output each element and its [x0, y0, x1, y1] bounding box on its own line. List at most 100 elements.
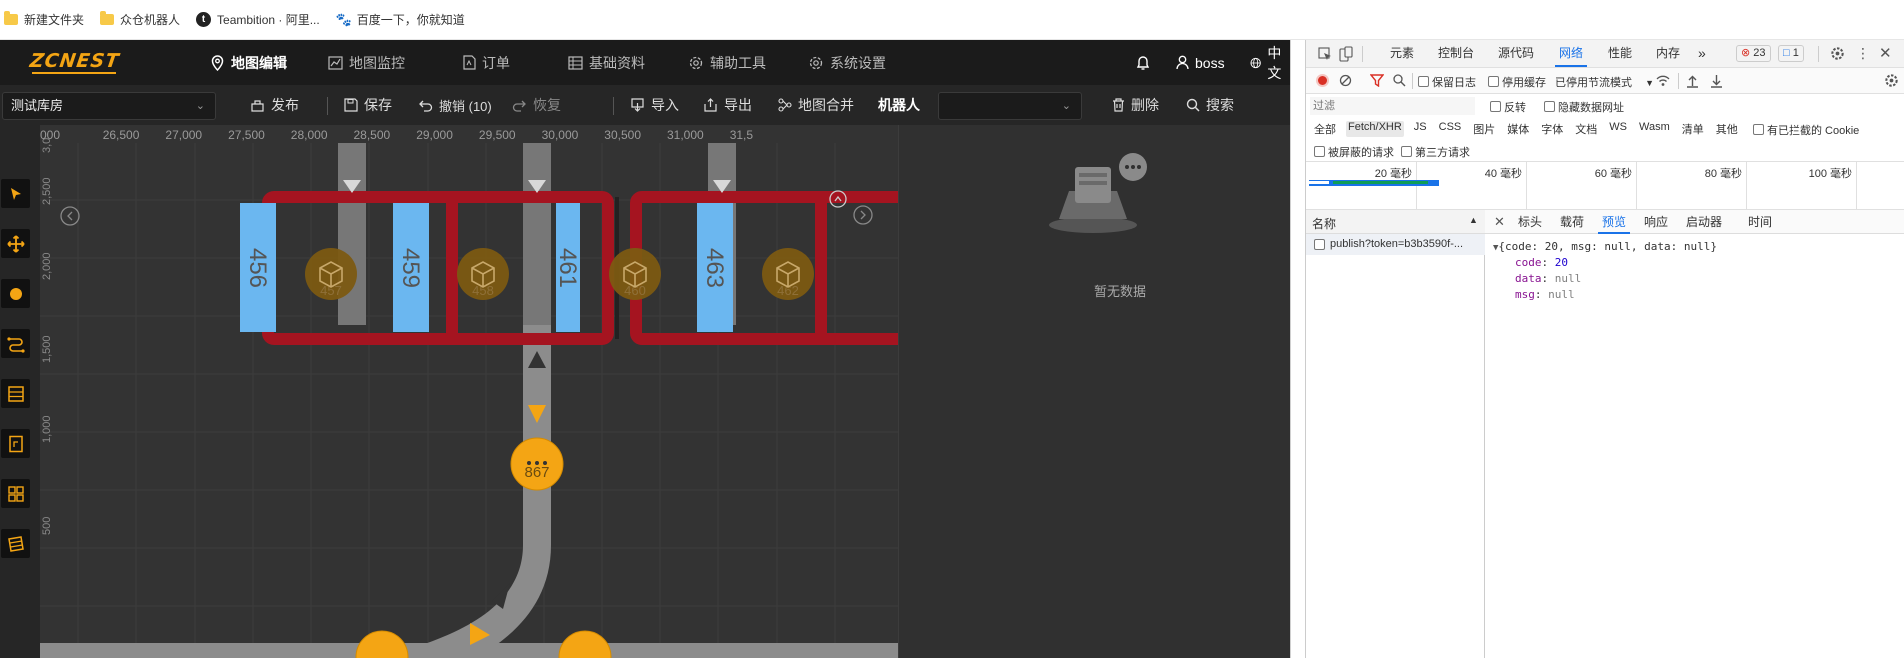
type-filter-10[interactable]: 清单: [1680, 121, 1706, 137]
tool-move[interactable]: [1, 229, 30, 258]
bookmark-baidu[interactable]: 🐾 百度一下，你就知道: [336, 11, 465, 28]
tab-network[interactable]: 网络: [1554, 40, 1588, 67]
detail-tab-5[interactable]: 时间: [1748, 210, 1772, 234]
node-867[interactable]: 867: [510, 437, 564, 491]
notifications-button[interactable]: [1136, 40, 1156, 85]
type-filter-7[interactable]: 文档: [1573, 121, 1599, 137]
export-button[interactable]: 导出: [703, 85, 752, 125]
tool-point[interactable]: [1, 279, 30, 308]
properties-panel: [898, 125, 1290, 658]
nav-aux-tools[interactable]: 辅助工具: [688, 40, 766, 85]
preserve-log-checkbox[interactable]: 保留日志: [1418, 74, 1476, 90]
detail-tab-0[interactable]: 标头: [1518, 210, 1542, 234]
type-filter-0[interactable]: 全部: [1312, 121, 1338, 137]
export-har-icon[interactable]: [1710, 74, 1723, 88]
nav-base-data[interactable]: 基础资料: [568, 40, 645, 85]
warehouse-select[interactable]: 测试库房 ⌄: [2, 92, 216, 120]
import-har-icon[interactable]: [1686, 74, 1699, 88]
save-button[interactable]: 保存: [344, 85, 392, 125]
nav-orders[interactable]: 订单: [463, 40, 510, 85]
blocked-cookies-checkbox[interactable]: 有已拦截的 Cookie: [1753, 122, 1859, 138]
tab-elements[interactable]: 元素: [1390, 40, 1414, 67]
hide-data-urls-checkbox[interactable]: 隐藏数据网址: [1544, 99, 1624, 115]
timeline-overview[interactable]: 20 毫秒 40 毫秒 60 毫秒 80 毫秒 100 毫秒: [1306, 162, 1904, 210]
tab-performance[interactable]: 性能: [1608, 40, 1632, 67]
type-filter-11[interactable]: 其他: [1714, 121, 1740, 137]
bookmark-teambition[interactable]: t Teambition · 阿里...: [196, 11, 320, 28]
redo-button[interactable]: 恢复: [512, 85, 561, 125]
close-detail-icon[interactable]: ✕: [1494, 214, 1505, 230]
tool-path[interactable]: [1, 329, 30, 358]
detail-tab-2[interactable]: 预览: [1597, 210, 1631, 234]
tab-console[interactable]: 控制台: [1438, 40, 1474, 67]
delete-button[interactable]: 删除: [1112, 85, 1159, 125]
errors-badge[interactable]: ⊗ 23: [1736, 45, 1771, 62]
network-conditions-icon[interactable]: [1655, 74, 1671, 87]
tool-select[interactable]: [1, 179, 30, 208]
map-canvas[interactable]: 456459461463 457458460462 867875873 0002: [40, 125, 898, 658]
bookmark-folder-robot[interactable]: 众仓机器人: [100, 11, 180, 28]
shelf-point-457[interactable]: 457: [305, 248, 357, 300]
detail-tab-3[interactable]: 响应: [1644, 210, 1668, 234]
network-settings-gear-icon[interactable]: [1884, 73, 1899, 88]
filter-icon[interactable]: [1370, 74, 1384, 87]
nav-map-edit[interactable]: 地图编辑: [210, 40, 287, 85]
request-list-header[interactable]: 名称 ▲: [1306, 210, 1485, 234]
tab-sources[interactable]: 源代码: [1498, 40, 1534, 67]
type-filter-8[interactable]: WS: [1607, 121, 1629, 137]
devtools-splitter[interactable]: [1290, 40, 1305, 658]
messages-badge[interactable]: □ 1: [1778, 45, 1804, 62]
filter-input[interactable]: [1310, 97, 1475, 115]
bookmark-folder-new[interactable]: 新建文件夹: [4, 11, 84, 28]
map-svg[interactable]: 456459461463 457458460462 867875873 0002: [40, 125, 898, 658]
type-filter-5[interactable]: 媒体: [1505, 121, 1531, 137]
detail-tab-1[interactable]: 载荷: [1560, 210, 1584, 234]
horizontal-path[interactable]: [40, 643, 898, 658]
device-toolbar-icon[interactable]: [1339, 46, 1353, 62]
user-menu[interactable]: boss: [1176, 40, 1225, 85]
preview-summary[interactable]: ▼{code: 20, msg: null, data: null}: [1493, 240, 1717, 253]
robot-select[interactable]: ⌄: [938, 92, 1082, 120]
nav-system-settings[interactable]: 系统设置: [808, 40, 886, 85]
more-options-icon[interactable]: ⋮: [1856, 40, 1870, 67]
detail-tab-4[interactable]: 启动器: [1686, 210, 1722, 234]
node-875[interactable]: 875: [355, 630, 409, 658]
request-row[interactable]: publish?token=b3b3590f-...: [1306, 234, 1485, 255]
tool-layer[interactable]: [1, 529, 30, 558]
prev-circle-icon[interactable]: [60, 206, 80, 226]
type-filter-9[interactable]: Wasm: [1637, 121, 1672, 137]
node-873[interactable]: 873: [558, 630, 612, 658]
type-filter-3[interactable]: CSS: [1437, 121, 1464, 137]
type-filter-4[interactable]: 图片: [1471, 121, 1497, 137]
settings-gear-icon[interactable]: [1830, 46, 1845, 61]
throttle-select[interactable]: 已停用节流模式 ▼: [1555, 74, 1654, 90]
tool-shelf[interactable]: [1, 379, 30, 408]
clear-icon[interactable]: [1339, 74, 1352, 87]
third-party-checkbox[interactable]: 第三方请求: [1401, 144, 1470, 160]
blocked-requests-checkbox[interactable]: 被屏蔽的请求: [1314, 144, 1394, 160]
nav-map-monitor[interactable]: 地图监控: [328, 40, 405, 85]
close-devtools-icon[interactable]: ✕: [1879, 40, 1892, 67]
search-icon[interactable]: [1393, 74, 1406, 87]
import-button[interactable]: 导入: [630, 85, 679, 125]
inspect-icon[interactable]: [1318, 47, 1332, 61]
tool-area[interactable]: [1, 479, 30, 508]
undo-button[interactable]: 撤销 (10): [418, 85, 492, 125]
type-filter-2[interactable]: JS: [1412, 121, 1429, 137]
publish-button[interactable]: 发布: [250, 85, 299, 125]
disable-cache-checkbox[interactable]: 停用缓存: [1488, 74, 1546, 90]
record-icon[interactable]: [1316, 74, 1329, 87]
tool-station[interactable]: [1, 429, 30, 458]
shelf-point-460[interactable]: 460: [609, 248, 661, 300]
invert-checkbox[interactable]: 反转: [1490, 99, 1526, 115]
type-filter-1[interactable]: Fetch/XHR: [1346, 121, 1404, 137]
more-tabs-chevron-icon[interactable]: »: [1698, 40, 1706, 67]
tab-memory[interactable]: 内存: [1656, 40, 1680, 67]
shelf-point-458[interactable]: 458: [457, 248, 509, 300]
next-circle-icon[interactable]: [853, 205, 873, 225]
language-switch[interactable]: 中文: [1250, 40, 1290, 85]
search-button[interactable]: 搜索: [1186, 85, 1234, 125]
shelf-point-462[interactable]: 462: [762, 248, 814, 300]
type-filter-6[interactable]: 字体: [1539, 121, 1565, 137]
merge-map-button[interactable]: 地图合并: [778, 85, 854, 125]
